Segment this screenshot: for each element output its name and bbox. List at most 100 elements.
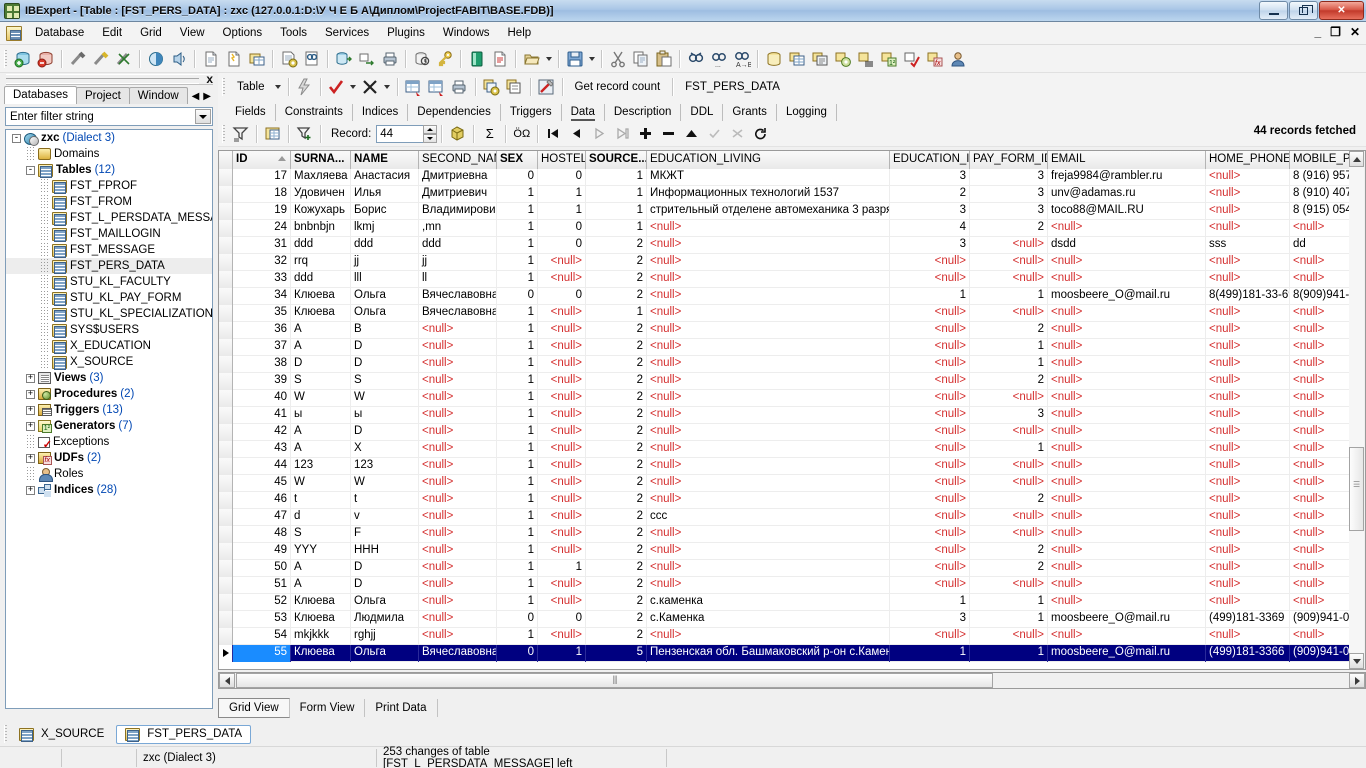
column-header-hostel[interactable]: HOSTEL <box>538 151 586 169</box>
cell-pay_form_id[interactable]: <null> <box>970 271 1048 288</box>
paste-icon[interactable] <box>652 48 675 70</box>
cell-email[interactable]: moosbeere_O@mail.ru <box>1048 611 1206 628</box>
tab-databases[interactable]: Databases <box>4 86 77 104</box>
tree-item-stu-kl-specialization[interactable]: STU_KL_SPECIALIZATION <box>6 306 212 322</box>
rollback-icon[interactable] <box>359 76 382 98</box>
cell-home_phone[interactable]: <null> <box>1206 169 1290 186</box>
row-indicator[interactable] <box>219 645 233 662</box>
cell-second_name[interactable]: <null> <box>419 390 497 407</box>
tab-print-data[interactable]: Print Data <box>365 699 438 717</box>
mdi-restore-button[interactable]: ❐ <box>1330 25 1341 39</box>
cell-pay_form_id[interactable]: <null> <box>970 237 1048 254</box>
cell-pay_form_id[interactable]: <null> <box>970 305 1048 322</box>
cell-sex[interactable]: 1 <box>497 543 538 560</box>
cell-pay_form_id[interactable]: 2 <box>970 220 1048 237</box>
mdi-close-button[interactable]: ✕ <box>1350 25 1360 39</box>
disconnect-database-icon[interactable] <box>112 48 135 70</box>
row-indicator[interactable] <box>219 339 233 356</box>
cell-home_phone[interactable]: <null> <box>1206 339 1290 356</box>
cell-name[interactable]: lkmj <box>351 220 419 237</box>
cell-email[interactable]: <null> <box>1048 305 1206 322</box>
cell-sex[interactable]: 1 <box>497 475 538 492</box>
cell-source[interactable]: 2 <box>586 339 647 356</box>
new-record-icon[interactable] <box>402 76 425 98</box>
cell-education_id[interactable]: <null> <box>890 543 970 560</box>
cell-id[interactable]: 54 <box>233 628 291 645</box>
cell-id[interactable]: 49 <box>233 543 291 560</box>
new-table-icon[interactable] <box>245 48 268 70</box>
cell-sex[interactable]: 1 <box>497 407 538 424</box>
cell-id[interactable]: 47 <box>233 509 291 526</box>
row-indicator[interactable] <box>219 475 233 492</box>
cell-hostel[interactable]: 0 <box>538 220 586 237</box>
fetch-all-icon[interactable] <box>446 123 469 145</box>
cell-source[interactable]: 2 <box>586 543 647 560</box>
tree-item-exceptions[interactable]: Exceptions <box>6 434 212 450</box>
table-row[interactable]: 40 W W <null> 1 <null> 2 <null> <null> <null> <nul… <box>219 390 1366 407</box>
object-toolbar-grip[interactable] <box>222 78 225 96</box>
cell-education_id[interactable]: 1 <box>890 645 970 662</box>
data-grid[interactable]: IDSURNA...NAMESECOND_NAMESEXHOSTELSOURCE… <box>218 150 1366 670</box>
cell-education_id[interactable]: <null> <box>890 305 970 322</box>
cell-id[interactable]: 33 <box>233 271 291 288</box>
cell-id[interactable]: 34 <box>233 288 291 305</box>
cell-second_name[interactable]: <null> <box>419 560 497 577</box>
record-spinner[interactable] <box>423 124 438 143</box>
cell-email[interactable]: <null> <box>1048 577 1206 594</box>
cell-name[interactable]: Илья <box>351 186 419 203</box>
cell-education_id[interactable]: <null> <box>890 458 970 475</box>
expand-icon[interactable]: + <box>26 421 35 431</box>
menu-options[interactable]: Options <box>214 24 272 42</box>
tab-data[interactable]: Data <box>562 104 605 121</box>
tree-item-fst-fprof[interactable]: FST_FPROF <box>6 178 212 194</box>
cell-hostel[interactable]: 1 <box>538 186 586 203</box>
cell-pay_form_id[interactable]: 1 <box>970 611 1048 628</box>
cell-education_living[interactable]: <null> <box>647 407 890 424</box>
cell-education_living[interactable]: <null> <box>647 373 890 390</box>
cell-education_id[interactable]: <null> <box>890 628 970 645</box>
toolbar-grip[interactable] <box>4 49 7 68</box>
cell-education_id[interactable]: <null> <box>890 526 970 543</box>
cell-second_name[interactable]: jj <box>419 254 497 271</box>
cell-education_id[interactable]: <null> <box>890 339 970 356</box>
cell-second_name[interactable]: <null> <box>419 407 497 424</box>
cell-name[interactable]: ы <box>351 407 419 424</box>
cell-surname[interactable]: ы <box>291 407 351 424</box>
cell-surname[interactable]: Клюева <box>291 645 351 662</box>
cell-source[interactable]: 2 <box>586 441 647 458</box>
cell-home_phone[interactable]: <null> <box>1206 509 1290 526</box>
cell-source[interactable]: 2 <box>586 611 647 628</box>
cell-education_id[interactable]: 3 <box>890 169 970 186</box>
column-header-education_living[interactable]: EDUCATION_LIVING <box>647 151 890 169</box>
row-indicator[interactable] <box>219 492 233 509</box>
cell-name[interactable]: Борис <box>351 203 419 220</box>
minimize-button[interactable] <box>1259 1 1288 20</box>
tree-item-fst-message[interactable]: FST_MESSAGE <box>6 242 212 258</box>
cell-email[interactable]: <null> <box>1048 441 1206 458</box>
cell-pay_form_id[interactable]: 3 <box>970 169 1048 186</box>
udfs-icon[interactable]: fx <box>923 48 946 70</box>
cell-hostel[interactable]: 0 <box>538 169 586 186</box>
table-row[interactable]: 37 A D <null> 1 <null> 2 <null> <null> 1 <null> <nu… <box>219 339 1366 356</box>
column-header-home_phone[interactable]: HOME_PHONE <box>1206 151 1290 169</box>
row-indicator[interactable] <box>219 509 233 526</box>
cell-name[interactable]: ddd <box>351 237 419 254</box>
cell-pay_form_id[interactable]: 1 <box>970 339 1048 356</box>
tab-grid-view[interactable]: Grid View <box>218 698 290 718</box>
cell-education_id[interactable]: <null> <box>890 424 970 441</box>
cell-education_living[interactable]: <null> <box>647 458 890 475</box>
cell-sex[interactable]: 1 <box>497 237 538 254</box>
cell-education_id[interactable]: <null> <box>890 390 970 407</box>
cell-education_living[interactable]: <null> <box>647 543 890 560</box>
cell-education_id[interactable]: <null> <box>890 271 970 288</box>
tree-item-domains[interactable]: Domains <box>6 146 212 162</box>
cell-education_living[interactable]: <null> <box>647 441 890 458</box>
cell-education_living[interactable]: МКЖТ <box>647 169 890 186</box>
cell-name[interactable]: Ольга <box>351 288 419 305</box>
cell-pay_form_id[interactable]: 2 <box>970 492 1048 509</box>
cell-hostel[interactable]: 1 <box>538 560 586 577</box>
object-type-dropdown-arrow-icon[interactable] <box>273 76 284 98</box>
cell-education_id[interactable]: <null> <box>890 356 970 373</box>
cell-hostel[interactable]: 1 <box>538 645 586 662</box>
cell-email[interactable]: <null> <box>1048 458 1206 475</box>
